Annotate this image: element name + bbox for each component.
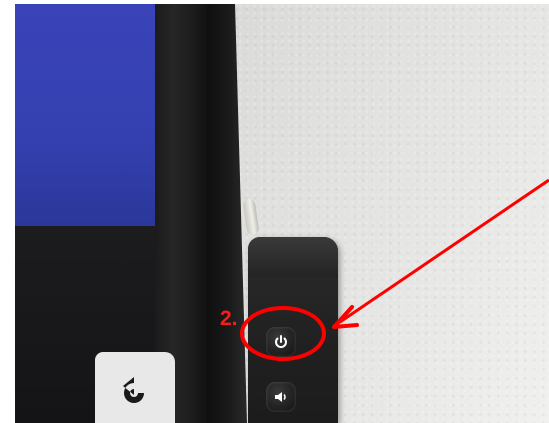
photo: 2.	[15, 4, 549, 423]
back-arrow-icon	[123, 376, 144, 403]
control-panel-top	[248, 237, 338, 277]
back-button[interactable]	[95, 352, 175, 423]
display-screen-top	[15, 4, 155, 226]
volume-icon	[275, 392, 286, 402]
power-button-highlight	[240, 306, 326, 361]
step-label: 2.	[220, 307, 238, 330]
volume-button[interactable]	[266, 382, 296, 412]
